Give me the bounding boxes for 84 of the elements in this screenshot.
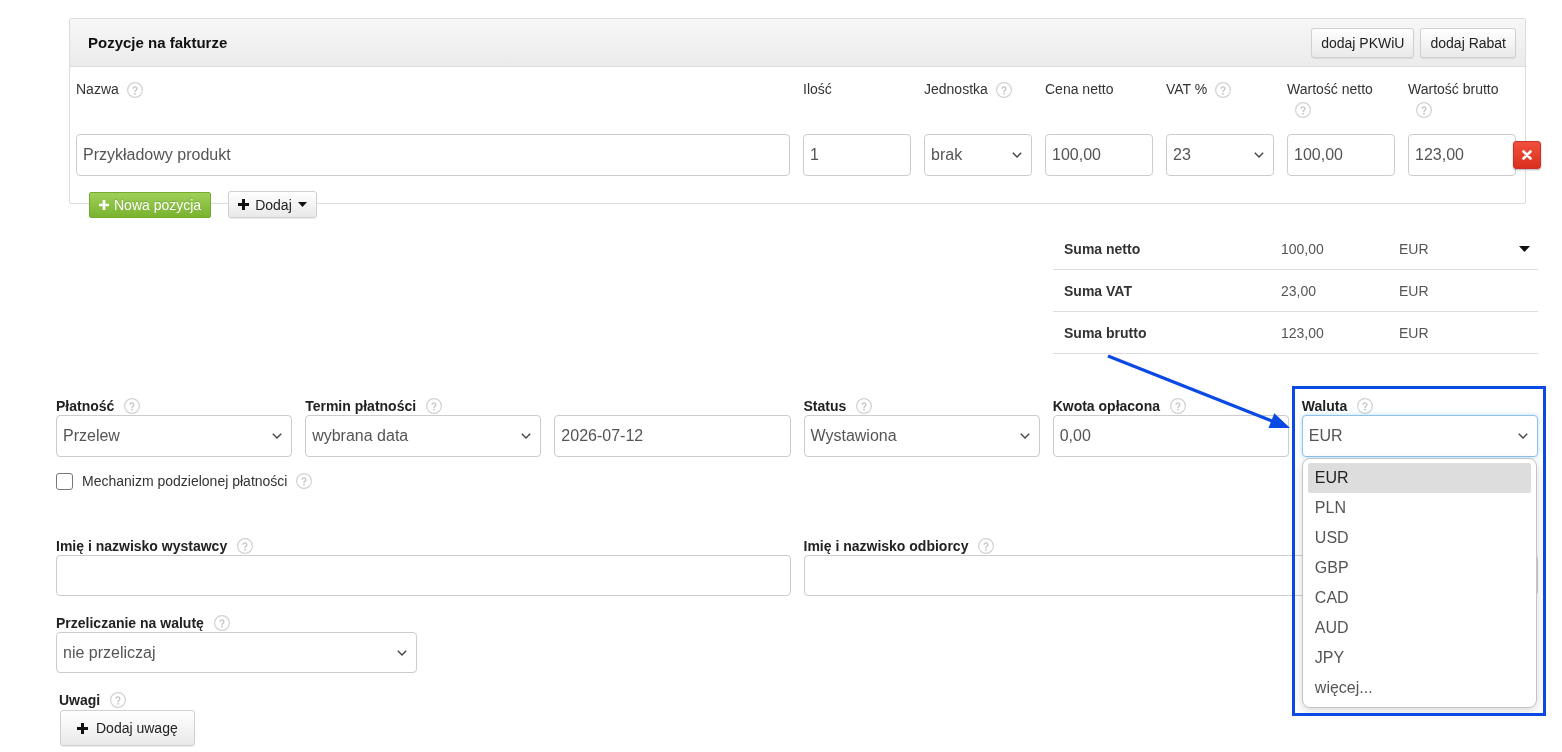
help-icon[interactable] [237,537,254,554]
plus-icon [238,199,250,210]
column-header: Nazwa [76,81,119,98]
dropdown-option[interactable]: JPY [1307,643,1531,673]
total-label: Suma brutto [1064,324,1148,341]
select-field[interactable]: Wystawiona [803,415,1040,457]
chevron-down-icon [397,649,407,656]
column-header: Wartość netto [1287,81,1373,98]
help-icon[interactable] [1170,397,1186,414]
chevron-down-icon [1518,433,1528,439]
select-field[interactable]: brak [924,134,1032,176]
field-label: Waluta [1301,397,1348,414]
add-menu-button[interactable]: Dodaj [228,191,317,218]
field-label: Przeliczanie na walutę [56,614,204,631]
help-icon[interactable] [124,397,141,414]
total-value: 123,00 [1281,324,1325,341]
currency-label: EUR [1399,240,1430,257]
column-header: Jednostka [924,81,988,98]
checkbox-label: Mechanizm podzielonej płatności [82,473,288,489]
delete-button[interactable] [1513,141,1541,169]
text-field[interactable]: 100,00 [1045,134,1153,176]
field-label: Uwagi [59,691,101,708]
help-icon[interactable] [126,81,143,98]
total-value: 23,00 [1281,282,1318,299]
plus-icon [77,722,88,734]
dropdown-option[interactable]: CAD [1307,583,1531,613]
text-field[interactable] [56,555,791,596]
select-field[interactable]: wybrana data [305,415,542,457]
panel-title: Pozycje na fakturze [88,34,228,51]
column-header: Ilość [803,81,832,98]
field-label: Imię i nazwisko wystawcy [56,537,228,554]
select-field[interactable]: nie przeliczaj [56,632,417,673]
help-icon[interactable] [856,397,873,414]
field-label: Płatność [56,397,115,414]
column-header: Cena netto [1045,81,1114,98]
text-field[interactable]: 2026-07-12 [554,415,791,457]
text-field[interactable]: 1 [803,134,911,176]
text-field[interactable]: 100,00 [1287,134,1395,176]
chevron-down-icon [1012,152,1022,158]
dropdown-option[interactable]: GBP [1307,553,1531,583]
x-icon [1522,150,1532,160]
chevron-down-icon [521,433,532,439]
caret-icon[interactable] [1519,245,1530,252]
total-label: Suma netto [1064,240,1142,257]
field-label: Imię i nazwisko odbiorcy [803,537,969,554]
header-button[interactable]: dodaj Rabat [1420,27,1516,58]
total-value: 100,00 [1281,240,1325,257]
field-label: Termin płatności [305,397,417,414]
select-field[interactable]: Przelew [56,415,293,457]
field-label: Status [803,397,847,414]
text-field[interactable]: 123,00 [1408,134,1516,176]
help-icon[interactable] [296,473,313,489]
select-field[interactable]: 23 [1166,134,1274,176]
chevron-down-icon [1254,152,1264,158]
header-button[interactable]: dodaj PKWiU [1311,27,1415,58]
help-icon[interactable] [1357,397,1374,414]
help-icon[interactable] [426,397,443,414]
dropdown-option[interactable]: AUD [1307,613,1531,643]
checkbox[interactable] [56,472,73,490]
dropdown-option[interactable]: EUR [1307,463,1531,493]
help-icon[interactable] [1295,102,1311,118]
dropdown-option[interactable]: PLN [1307,493,1531,523]
text-field[interactable]: Przykładowy produkt [76,134,790,176]
chevron-down-icon [272,433,283,439]
currency-label: EUR [1399,324,1430,341]
column-header: VAT % [1166,81,1208,98]
help-icon[interactable] [213,614,230,631]
dropdown-option[interactable]: USD [1307,523,1531,553]
dropdown-option[interactable]: więcej... [1307,673,1531,703]
currency-label: EUR [1399,282,1430,299]
help-icon[interactable] [978,537,995,554]
text-field[interactable]: 0,00 [1052,415,1289,457]
chevron-down-icon [1019,433,1030,439]
column-header: Wartość brutto [1408,81,1499,98]
field-label: Kwota opłacona [1052,397,1160,414]
total-label: Suma VAT [1064,282,1133,299]
add-note-button[interactable]: Dodaj uwagę [60,710,195,746]
caret-icon [297,202,307,207]
help-icon[interactable] [110,691,127,708]
help-icon[interactable] [1215,81,1232,98]
plus-icon [99,199,109,210]
help-icon[interactable] [995,81,1012,98]
help-icon[interactable] [1416,102,1432,118]
select-field[interactable]: EUR [1301,415,1538,457]
